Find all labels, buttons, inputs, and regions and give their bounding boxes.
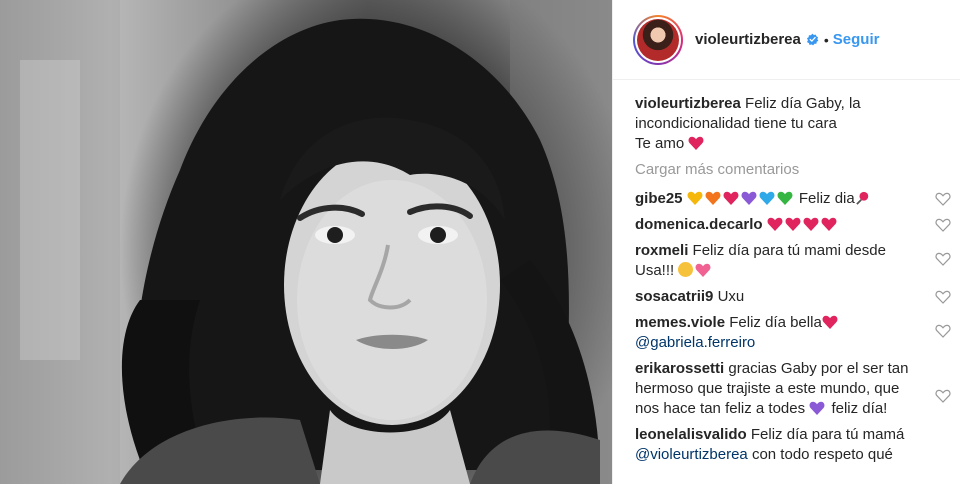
purple-heart-emoji	[741, 191, 757, 205]
post-caption: violeurtizberea Feliz día Gaby, la incon…	[635, 94, 935, 154]
comment-row: domenica.decarlo	[635, 215, 951, 235]
comment-text: Feliz día para tú mamá	[750, 426, 905, 443]
sparkling-heart-emoji	[695, 263, 711, 277]
separator-dot: •	[823, 31, 829, 48]
header-username[interactable]: violeurtizberea	[695, 31, 801, 48]
load-more-comments-button[interactable]: Cargar más comentarios	[635, 160, 935, 180]
emoji-hearts	[687, 190, 799, 207]
comment-username[interactable]: memes.viole	[635, 314, 725, 331]
green-heart-emoji	[777, 191, 793, 205]
comment-text: Feliz dia	[798, 190, 855, 207]
heart-outline-icon[interactable]	[935, 218, 951, 232]
red-heart-emoji	[785, 217, 801, 231]
broken-heart-emoji	[822, 315, 838, 329]
comment-text-after: con todo respeto qué	[751, 446, 893, 463]
comment-row: gibe25 Feliz dia	[635, 189, 951, 209]
comment-row: sosacatrii9 Uxu	[635, 287, 951, 307]
comment-row: roxmeli Feliz día para tú mami desde Usa…	[635, 241, 951, 281]
red-heart-emoji	[803, 217, 819, 231]
comment-username[interactable]: domenica.decarlo	[635, 216, 763, 233]
red-heart-emoji	[688, 136, 704, 150]
kissing-face-emoji	[678, 262, 694, 277]
follow-button[interactable]: Seguir	[833, 31, 880, 48]
comment-row: erikarossetti gracias Gaby por el ser ta…	[635, 359, 951, 419]
heart-outline-icon[interactable]	[935, 252, 951, 266]
blue-heart-emoji	[759, 191, 775, 205]
comment-username[interactable]: erikarossetti	[635, 360, 724, 377]
comment-username[interactable]: roxmeli	[635, 242, 688, 259]
comment-username[interactable]: leonelalisvalido	[635, 426, 747, 443]
comment-text: Feliz día bella	[729, 314, 822, 331]
red-heart-emoji	[821, 217, 837, 231]
purple-heart-emoji	[809, 401, 825, 415]
post-photo[interactable]	[0, 0, 612, 484]
portrait-illustration	[0, 0, 612, 484]
avatar[interactable]	[633, 14, 683, 65]
avatar-image	[637, 18, 679, 61]
heart-outline-icon[interactable]	[935, 192, 951, 206]
comment-mention[interactable]: @violeurtizberea	[635, 446, 748, 463]
comment-row: memes.viole Feliz día bella @gabriela.fe…	[635, 313, 951, 353]
comments-list: violeurtizberea Feliz día Gaby, la incon…	[635, 94, 951, 465]
comment-row: leonelalisvalido Feliz día para tú mamá …	[635, 425, 935, 465]
comment-username[interactable]: sosacatrii9	[635, 288, 713, 305]
comment-mention[interactable]: @gabriela.ferreiro	[635, 334, 755, 351]
verified-badge-icon	[806, 33, 819, 46]
heart-outline-icon[interactable]	[935, 290, 951, 304]
heart-outline-icon[interactable]	[935, 389, 951, 403]
heart-outline-icon[interactable]	[935, 324, 951, 338]
comment-username[interactable]: gibe25	[635, 190, 683, 207]
comment-text: Uxu	[717, 288, 745, 305]
comment-text-end: feliz día!	[831, 400, 888, 417]
lollipop-emoji	[855, 191, 868, 205]
post-sidebar: violeurtizberea • Seguir violeurtizberea…	[612, 0, 960, 484]
yellow-heart-emoji	[687, 191, 703, 205]
red-heart-emoji	[767, 217, 783, 231]
red-heart-emoji	[723, 191, 739, 205]
emoji-hearts	[767, 216, 839, 233]
caption-text-line2: Te amo	[635, 135, 685, 152]
caption-username[interactable]: violeurtizberea	[635, 95, 741, 112]
post-header: violeurtizberea • Seguir	[613, 0, 960, 80]
orange-heart-emoji	[705, 191, 721, 205]
